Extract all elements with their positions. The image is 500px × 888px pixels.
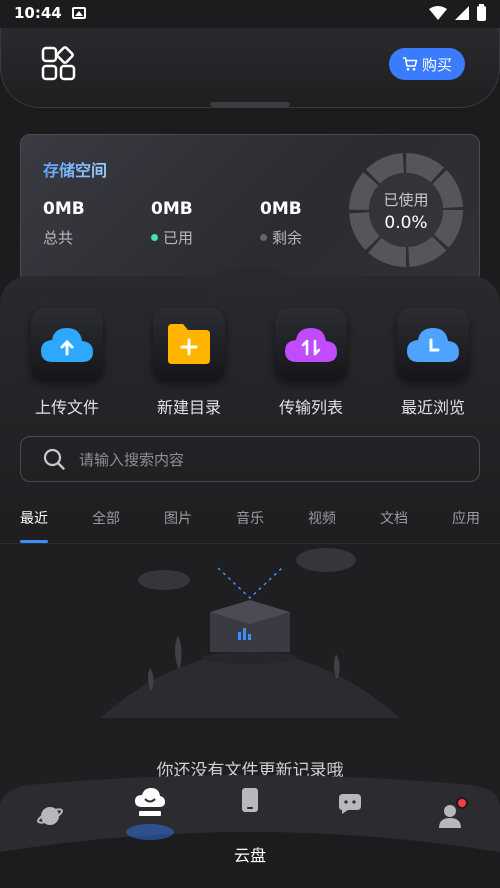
transfer-cloud-icon bbox=[285, 328, 337, 362]
buy-button[interactable]: 购买 bbox=[389, 48, 465, 80]
status-icons bbox=[429, 3, 486, 21]
new-folder-icon bbox=[168, 324, 210, 364]
chat-icon bbox=[339, 794, 361, 814]
wifi-icon bbox=[429, 6, 447, 20]
nav-active-label: 云盘 bbox=[233, 846, 266, 865]
new-folder-button[interactable]: 新建目录 bbox=[134, 308, 244, 418]
nav-chat[interactable] bbox=[330, 784, 370, 824]
gallery-notification-icon bbox=[71, 7, 86, 19]
upload-cloud-icon bbox=[41, 328, 93, 362]
cloud-disk-icon bbox=[135, 788, 165, 816]
notification-badge bbox=[456, 797, 468, 809]
stat-free-label: 剩余 bbox=[272, 229, 303, 247]
category-tabs: 最近 全部 图片 音乐 视频 文档 应用 bbox=[0, 500, 500, 544]
buy-button-label: 购买 bbox=[421, 55, 452, 74]
panel-handle bbox=[210, 268, 290, 290]
nav-cloud-disk[interactable] bbox=[130, 782, 170, 822]
phone-icon bbox=[242, 788, 258, 812]
gauge-value: 0.0% bbox=[384, 213, 428, 233]
search-icon bbox=[43, 448, 65, 470]
stat-free-value: 0MB bbox=[260, 199, 302, 219]
search-input[interactable]: 请输入搜索内容 bbox=[20, 436, 480, 482]
new-folder-label: 新建目录 bbox=[156, 398, 221, 417]
apps-icon[interactable] bbox=[41, 46, 77, 82]
stat-used-value: 0MB bbox=[151, 199, 193, 219]
header-card: 购买 bbox=[0, 28, 500, 108]
recent-browse-button[interactable]: 最近浏览 bbox=[378, 308, 488, 418]
quick-actions: 上传文件 新建目录 传输列表 最近浏览 bbox=[0, 308, 500, 418]
transfer-list-label: 传输列表 bbox=[278, 398, 343, 417]
tab-apps[interactable]: 应用 bbox=[452, 500, 480, 543]
nav-discover[interactable] bbox=[30, 796, 70, 836]
stat-used-label: 已用 bbox=[163, 229, 194, 247]
storage-card[interactable]: 存储空间 0MB 总共 0MB 已用 0MB 剩余 已使用 0.0% bbox=[20, 134, 480, 284]
tab-music[interactable]: 音乐 bbox=[236, 500, 264, 543]
stat-total-label: 总共 bbox=[43, 229, 74, 247]
stat-total: 0MB 总共 bbox=[43, 199, 85, 248]
stat-total-value: 0MB bbox=[43, 199, 85, 219]
signal-icon bbox=[455, 6, 469, 20]
battery-icon bbox=[477, 3, 486, 21]
usage-gauge bbox=[349, 153, 463, 267]
cart-icon bbox=[402, 57, 418, 71]
tab-documents[interactable]: 文档 bbox=[380, 500, 408, 543]
upload-file-label: 上传文件 bbox=[34, 398, 99, 417]
free-dot-icon bbox=[260, 234, 267, 241]
header-handle bbox=[210, 102, 290, 107]
nav-phone[interactable] bbox=[230, 780, 270, 820]
tab-recent[interactable]: 最近 bbox=[20, 500, 48, 543]
transfer-list-button[interactable]: 传输列表 bbox=[256, 308, 366, 418]
empty-state-illustration bbox=[100, 548, 400, 718]
stat-free: 0MB 剩余 bbox=[260, 199, 302, 248]
tab-images[interactable]: 图片 bbox=[164, 500, 192, 543]
stat-used: 0MB 已用 bbox=[151, 199, 193, 248]
gauge-label: 已使用 bbox=[383, 191, 429, 209]
status-bar: 10:44 bbox=[0, 0, 500, 26]
tab-videos[interactable]: 视频 bbox=[308, 500, 336, 543]
used-dot-icon bbox=[151, 234, 158, 241]
recent-browse-label: 最近浏览 bbox=[400, 398, 465, 417]
upload-file-button[interactable]: 上传文件 bbox=[12, 308, 122, 418]
planet-icon bbox=[37, 807, 63, 825]
recent-cloud-icon bbox=[407, 328, 459, 362]
search-placeholder: 请输入搜索内容 bbox=[79, 450, 185, 469]
status-time: 10:44 bbox=[14, 4, 62, 22]
storage-title: 存储空间 bbox=[43, 157, 107, 181]
tab-all[interactable]: 全部 bbox=[92, 500, 120, 543]
